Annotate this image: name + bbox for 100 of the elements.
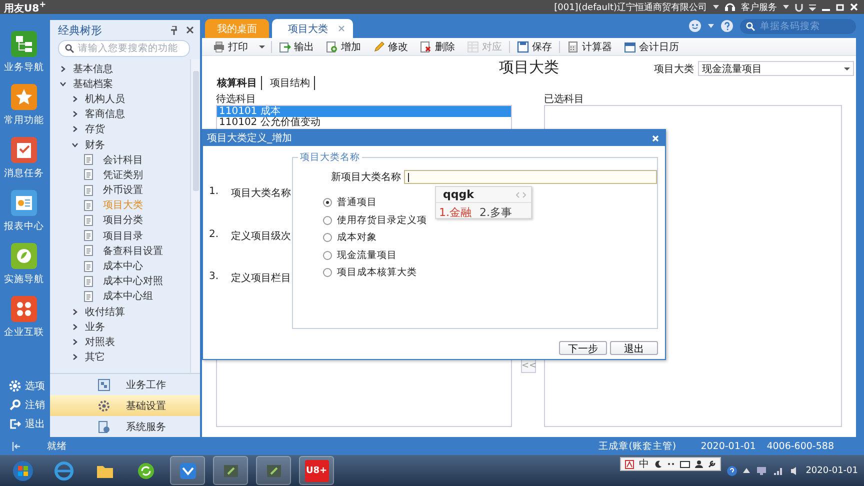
radio-label[interactable]: 普通项目 [337,196,377,210]
tree-item[interactable]: 对照表 [85,334,115,349]
chevron-right-icon[interactable] [72,308,78,315]
tree-item[interactable]: 成本中心对照 [103,274,163,288]
tab[interactable]: 项目大类 [272,19,353,38]
chevron-right-icon[interactable] [72,126,78,132]
toolbar-button[interactable]: 保存 [512,38,557,54]
chevron-down-icon[interactable] [60,80,66,87]
tree-item[interactable]: 成本中心组 [103,289,153,304]
tree-item[interactable]: 存货 [85,122,105,136]
taskbar-button[interactable]: U8+ [299,456,334,485]
nav-button[interactable]: 报表中心 [0,189,48,242]
close-icon[interactable] [186,26,194,34]
list-item[interactable]: 110102 公允价值变动 [217,117,511,128]
menu-icon[interactable] [809,4,816,10]
caret-icon[interactable] [708,23,714,29]
smiley-icon[interactable] [689,20,701,32]
radio-button[interactable] [323,233,332,242]
chevron-right-icon[interactable] [72,111,78,118]
signal-icon[interactable] [772,466,784,476]
step-number: 2. [208,228,220,242]
help-icon[interactable] [726,466,737,476]
module-item[interactable]: 系统服务 [50,416,200,437]
category-select[interactable]: 现金流量项目 [698,61,854,76]
radio-label[interactable]: 成本对象 [337,231,377,244]
network-icon[interactable] [756,466,767,476]
nav-button[interactable]: 业务导航 [0,30,48,83]
page-title: 项目大类 [499,58,559,76]
step-label: 定义项目栏目 [231,272,291,286]
radio-label[interactable]: 项目成本核算大类 [337,266,417,280]
calculator-icon [567,40,579,52]
tree-item[interactable]: 外币设置 [103,183,143,198]
input-field[interactable] [404,170,657,184]
caret-icon[interactable] [783,4,789,10]
document-icon [84,214,93,226]
tree-item[interactable]: 财务 [85,138,105,152]
module-item[interactable]: 基础设置 [50,395,200,416]
tree-item[interactable]: 项目分类 [103,213,143,228]
dialog-button[interactable]: 下一步 [559,341,607,355]
tree-item[interactable]: 收付结算 [85,304,125,319]
report-icon [10,189,38,217]
pin-icon[interactable] [170,26,178,34]
save-icon [517,40,529,52]
radio-button[interactable] [323,216,332,225]
document-icon [84,230,93,242]
tree-item[interactable]: 业务 [85,320,105,334]
document-icon [84,260,93,272]
tab[interactable]: 核算科目 [213,76,262,90]
tree-item[interactable]: 会计科目 [103,152,143,167]
ime-candidate[interactable]: 1.金融 [439,205,472,220]
restore-icon[interactable] [836,3,844,11]
nav-link[interactable]: 选项 [0,376,48,395]
tree-item[interactable]: 基本信息 [73,62,113,76]
step-number: 1. [208,186,220,199]
nav-button[interactable]: 常用功能 [0,83,48,136]
caret-icon [844,66,850,72]
toolbar-button[interactable]: 输出 [274,38,319,54]
radio-button[interactable] [323,198,332,208]
chevron-down-icon[interactable] [72,142,78,148]
radio-button[interactable] [323,268,332,278]
toolbar-button[interactable]: 计算器 [562,38,617,54]
caret-up-icon[interactable] [742,468,750,473]
toolbar-button[interactable]: 会计日历 [619,38,684,54]
collapse-icon[interactable] [12,442,21,450]
nav-button[interactable]: 企业互联 [0,295,48,348]
tree-item[interactable]: 备查科目设置 [103,244,163,258]
list-title: 待选科目 [216,94,257,105]
nav-button[interactable]: 消息任务 [0,136,48,189]
chevron-right-icon[interactable] [72,354,78,360]
tree-item[interactable]: 客商信息 [85,107,125,122]
tree-item[interactable]: 基础档案 [73,76,113,91]
dialog-button[interactable]: 退出 [610,341,658,355]
tree-item[interactable]: 凭证类别 [103,168,143,182]
toolbar-button[interactable]: 增加 [321,38,366,54]
customer-service-menu[interactable]: 客户服务 [741,0,777,14]
caret-icon[interactable] [713,4,719,10]
chevron-right-icon[interactable] [60,66,66,72]
module-item[interactable]: 业务工作 [50,374,200,395]
caret-icon[interactable] [259,44,265,50]
tree-item[interactable]: 机构人员 [85,92,125,106]
toolbar-button[interactable]: 打印 [208,38,253,54]
server-icon [98,420,110,432]
leaf-icon [10,242,38,270]
ime-candidate[interactable]: 2.多事 [480,205,512,220]
radio-label[interactable]: 使用存货目录定义项 [337,214,427,227]
nav-link[interactable]: 退出 [0,414,48,433]
taskbar-button[interactable] [170,456,205,485]
toolbar-button[interactable]: 删除 [415,38,460,54]
tree-item[interactable]: 其它 [85,350,105,364]
radio-label[interactable]: 现金流量项目 [337,248,397,262]
tree-item[interactable]: 项目目录 [103,228,143,243]
toolbar-button[interactable]: 修改 [368,38,413,54]
radio-button[interactable] [323,250,332,260]
tab[interactable]: 项目结构 [266,76,315,90]
tree-item[interactable]: 成本中心 [103,259,143,274]
chevron-right-icon[interactable] [72,338,78,345]
chevron-right-icon[interactable] [72,96,78,102]
nav-button[interactable]: 实施导航 [0,242,48,295]
chevron-right-icon[interactable] [72,324,78,330]
nav-link[interactable]: 注销 [0,395,48,414]
